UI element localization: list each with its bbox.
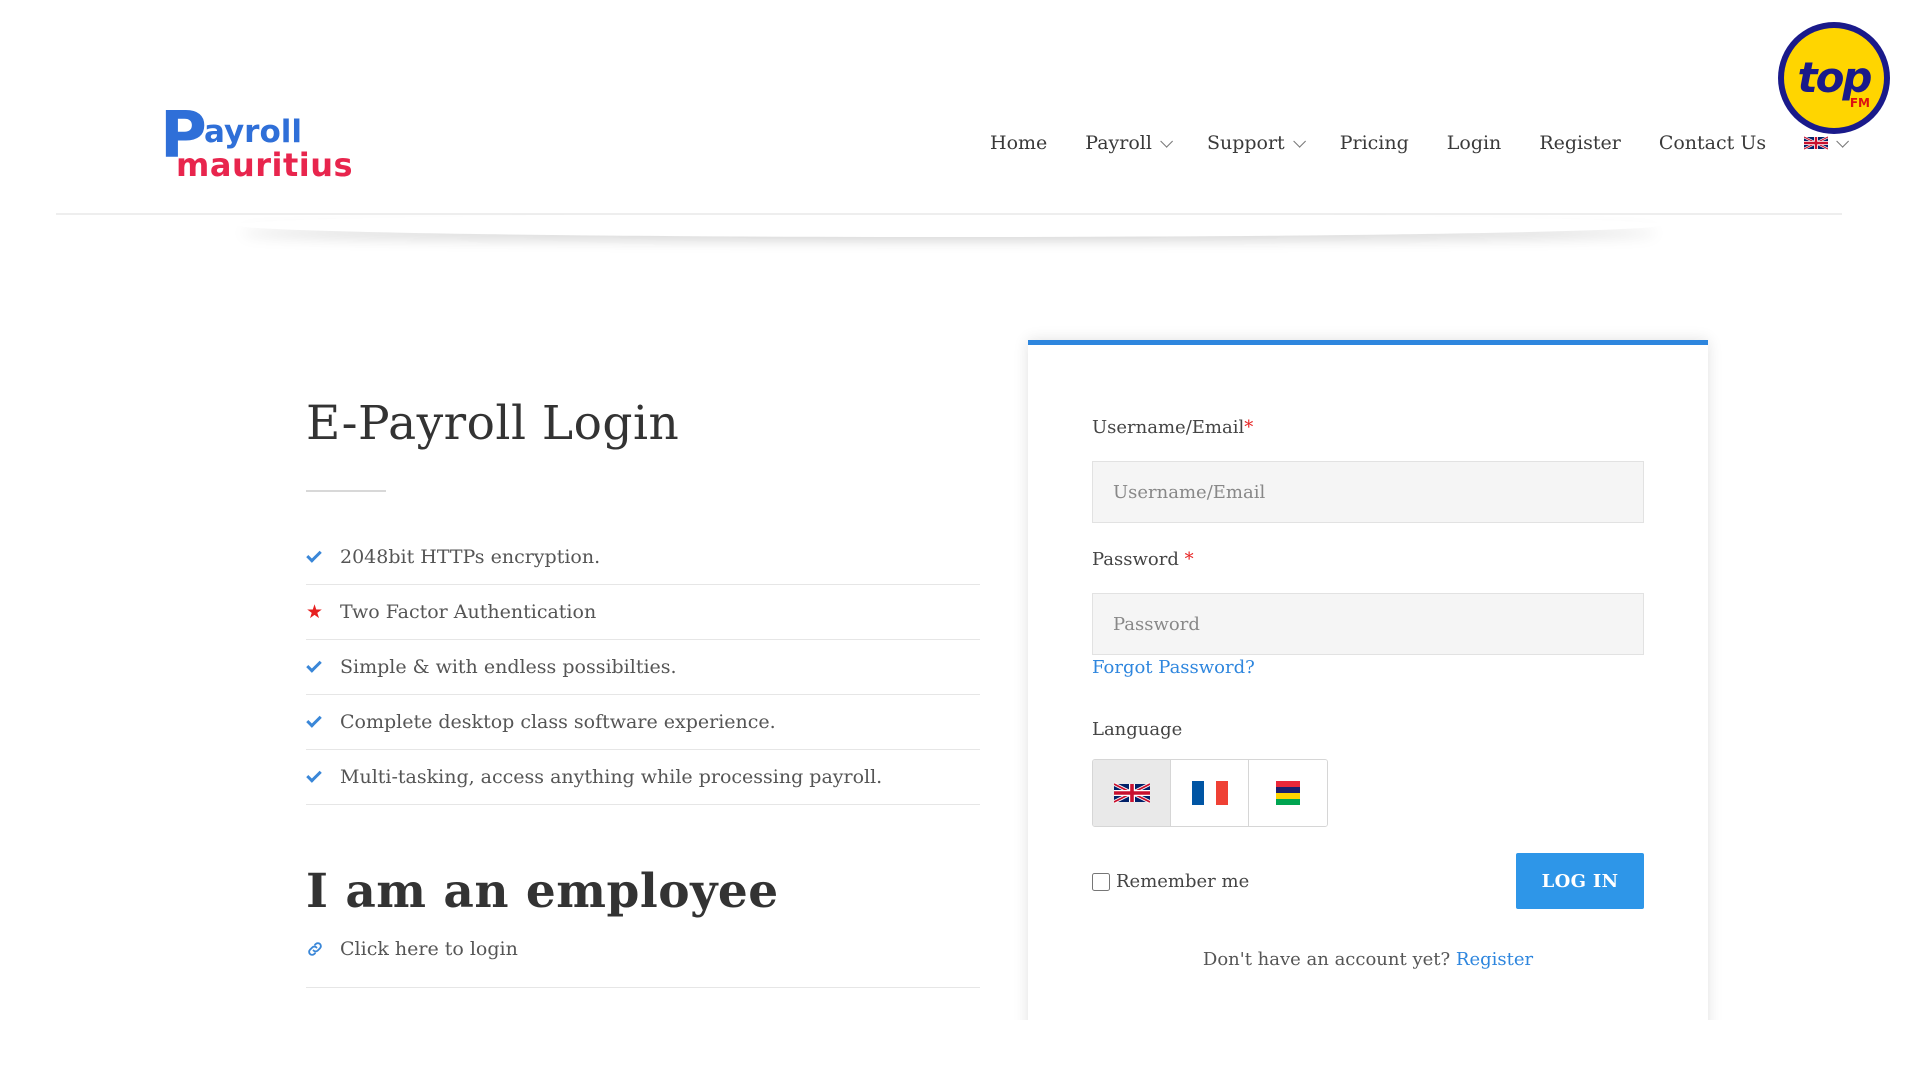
login-card: Username/Email* Password * Forgot Passwo… [1028,340,1708,1080]
nav-login-label: Login [1446,132,1502,154]
nav-register[interactable]: Register [1539,132,1621,154]
uk-flag-icon [1113,782,1150,804]
nav-home[interactable]: Home [990,132,1047,154]
remember-me[interactable]: Remember me [1092,871,1249,892]
signup-prompt: Don't have an account yet? Register [1028,949,1708,970]
register-link[interactable]: Register [1456,949,1533,970]
forgot-password-link[interactable]: Forgot Password? [1092,657,1255,678]
username-input[interactable] [1092,461,1644,523]
header-divider [56,213,1842,243]
nav-contact-label: Contact Us [1658,132,1767,154]
required-mark: * [1244,417,1254,438]
nav-support[interactable]: Support [1206,132,1306,154]
link-icon [308,942,322,956]
no-account-text: Don't have an account yet? [1202,949,1451,970]
feature-text: Simple & with endless possibilties. [340,656,677,678]
chevron-down-icon [1160,134,1173,148]
password-label: Password * [1092,549,1194,570]
feature-text: 2048bit HTTPs encryption. [340,546,601,568]
feature-list: 2048bit HTTPs encryption. ★ Two Factor A… [306,530,980,805]
remember-me-checkbox[interactable] [1092,872,1110,891]
nav-login[interactable]: Login [1447,132,1502,154]
nav-language-switcher[interactable] [1804,134,1850,150]
nav-contact-us[interactable]: Contact Us [1659,132,1766,154]
title-divider [306,490,386,492]
required-mark: * [1184,549,1194,570]
nav-payroll[interactable]: Payroll [1085,132,1173,154]
nav-pricing-label: Pricing [1339,132,1409,154]
username-label: Username/Email* [1092,417,1253,438]
password-input[interactable] [1092,593,1644,655]
language-selector [1092,759,1328,827]
check-icon [306,712,322,728]
remember-me-label: Remember me [1116,871,1250,892]
logo-bottom-text: mauritius [176,146,354,184]
star-icon: ★ [306,600,324,623]
login-button[interactable]: LOG IN [1516,853,1644,909]
language-option-french[interactable] [1171,760,1249,826]
nav-register-label: Register [1539,132,1621,154]
france-flag-icon [1191,781,1228,805]
feature-item: Simple & with endless possibilties. [306,640,980,695]
nav-support-label: Support [1206,132,1285,154]
uk-flag-icon [1804,136,1829,150]
page-bottom [0,1020,1920,1080]
employee-login-link[interactable]: Click here to login [340,938,518,960]
feature-text: Complete desktop class software experien… [340,711,776,733]
logo-top-text: ayroll [204,114,303,150]
top-fm-text: top [1797,53,1873,102]
mauritius-flag-icon [1276,781,1300,805]
top-fm-subtext: FM [1849,96,1870,110]
chevron-down-icon [1292,134,1306,148]
feature-item: Complete desktop class software experien… [306,695,980,750]
language-label: Language [1092,719,1183,740]
feature-text: Two Factor Authentication [340,601,597,623]
top-fm-badge: top FM [1778,22,1890,134]
payroll-mauritius-logo[interactable]: P ayroll mauritius [160,104,353,186]
feature-item: Multi-tasking, access anything while pro… [306,750,980,805]
username-label-text: Username/Email [1092,417,1245,438]
language-option-mauritian[interactable] [1249,760,1327,826]
employee-login-row: Click here to login [306,938,980,988]
check-icon [306,657,322,673]
chevron-down-icon [1836,134,1850,148]
nav-payroll-label: Payroll [1085,132,1152,154]
check-icon [306,547,322,563]
top-fm-badge-inner: top FM [1784,28,1884,128]
feature-text: Multi-tasking, access anything while pro… [340,766,883,788]
main-nav: Home Payroll Support Pricing Login Regis… [990,128,1850,158]
nav-pricing[interactable]: Pricing [1340,132,1409,154]
employee-section-title: I am an employee [306,864,779,919]
feature-item: 2048bit HTTPs encryption. [306,530,980,585]
nav-home-label: Home [990,132,1048,154]
check-icon [306,767,322,783]
feature-item: ★ Two Factor Authentication [306,585,980,640]
password-label-text: Password [1092,549,1179,570]
language-option-english[interactable] [1093,760,1171,826]
page-title: E-Payroll Login [306,396,680,451]
